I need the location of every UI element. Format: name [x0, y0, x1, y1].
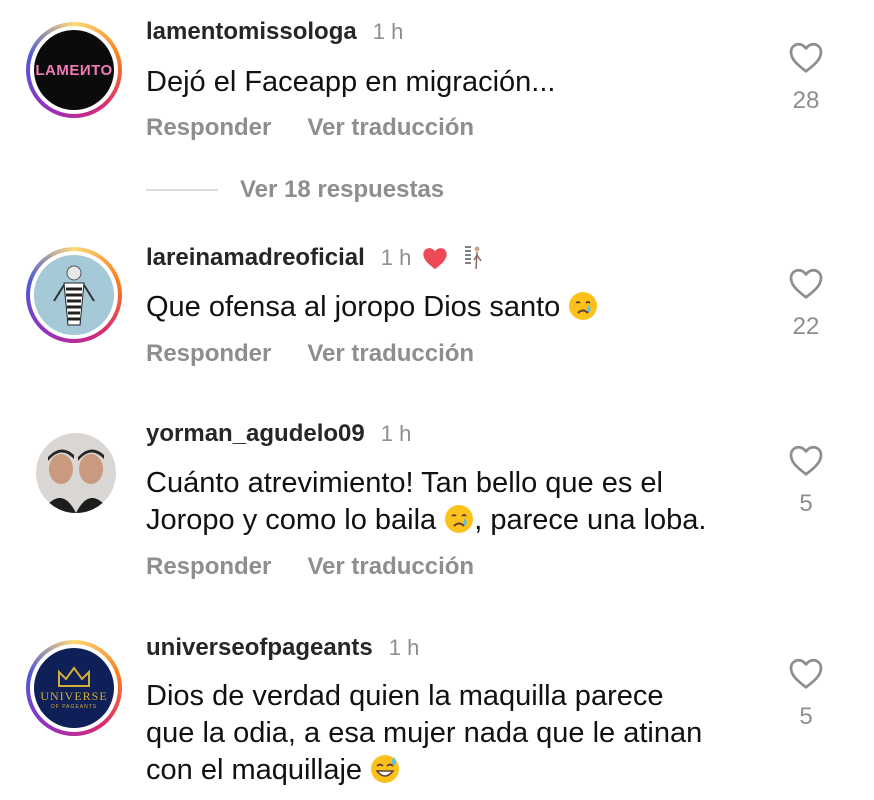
crown-icon	[58, 666, 90, 687]
username[interactable]: lareinamadreoficial	[146, 244, 365, 272]
reply-button[interactable]: Responder	[146, 553, 271, 581]
avatar	[34, 255, 114, 335]
comment-header: lamentomissologa 1 h	[146, 18, 403, 46]
comment-text: Que ofensa al joropo Dios santo	[146, 289, 766, 326]
view-replies-button[interactable]: Ver 18 respuestas	[146, 176, 444, 204]
heart-red-icon	[423, 248, 448, 270]
comment-text: Cuánto atrevimiento! Tan bello que es el…	[146, 467, 707, 536]
reply-button[interactable]: Responder	[146, 340, 271, 368]
comment-header: lareinamadreoficial 1 h	[146, 243, 485, 273]
heart-outline-icon	[789, 268, 823, 299]
crying-face-emoji	[445, 505, 474, 533]
avatar-illustration	[34, 255, 114, 335]
timestamp: 1 h	[380, 421, 412, 446]
timestamp: 1 h	[372, 19, 404, 44]
heart-outline-icon	[789, 42, 823, 73]
like-button[interactable]: 22	[784, 266, 828, 341]
comment-text: Dejó el Faceapp en migración...	[146, 66, 556, 98]
comment-header: universeofpageants 1 h	[146, 634, 419, 662]
avatar: UNIVERSE OF PAGEANTS	[34, 648, 114, 728]
like-count: 22	[792, 313, 820, 340]
comment-actions: Responder Ver traducción	[146, 553, 474, 581]
heart-outline-icon	[789, 658, 823, 689]
sticker-icon	[462, 245, 485, 271]
replies-divider	[146, 189, 218, 191]
avatar-photo	[36, 433, 116, 513]
timestamp: 1 h	[388, 635, 420, 660]
username[interactable]: universeofpageants	[146, 634, 373, 662]
reply-button[interactable]: Responder	[146, 114, 271, 142]
like-button[interactable]: 5	[784, 443, 828, 518]
heart-outline-icon	[789, 445, 823, 476]
like-button[interactable]: 28	[784, 40, 828, 115]
avatar-logo-text: LAMEИTO	[35, 61, 113, 79]
like-count: 28	[792, 87, 820, 114]
timestamp: 1 h	[380, 245, 412, 270]
view-replies-label: Ver 18 respuestas	[240, 176, 445, 203]
translate-button[interactable]: Ver traducción	[307, 340, 474, 368]
username[interactable]: lamentomissologa	[146, 18, 357, 46]
avatar-story-ring[interactable]	[26, 247, 122, 343]
comment-actions: Responder Ver traducción	[146, 340, 474, 368]
comment-header: yorman_agudelo09 1 h	[146, 420, 411, 448]
avatar[interactable]	[36, 433, 116, 513]
avatar-logo-text: UNIVERSE	[40, 689, 108, 703]
avatar-story-ring[interactable]: LAMEИTO	[26, 22, 122, 118]
sweat-smile-emoji	[371, 755, 400, 783]
like-button[interactable]: 5	[784, 656, 828, 731]
avatar-story-ring[interactable]: UNIVERSE OF PAGEANTS	[26, 640, 122, 736]
avatar-logo-subtext: OF PAGEANTS	[50, 704, 98, 710]
comment-actions: Responder Ver traducción	[146, 114, 474, 142]
avatar: LAMEИTO	[34, 30, 114, 110]
like-count: 5	[799, 490, 813, 517]
comment-text: Dios de verdad quien la maquilla parece …	[146, 680, 703, 786]
translate-button[interactable]: Ver traducción	[307, 114, 474, 142]
like-count: 5	[799, 703, 813, 730]
username[interactable]: yorman_agudelo09	[146, 420, 365, 448]
crying-face-emoji	[569, 292, 598, 320]
translate-button[interactable]: Ver traducción	[307, 553, 474, 581]
